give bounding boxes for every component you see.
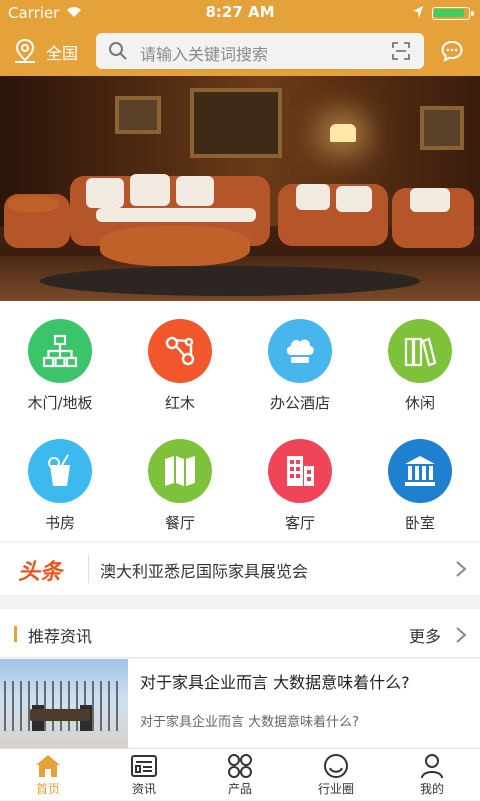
tab-label: 行业圈 [317,782,354,796]
category-label: 餐厅 [164,514,195,532]
category-mahogany[interactable]: 红木 [120,301,240,421]
location-selector[interactable]: 全国 [46,40,78,64]
search-placeholder: 请输入关键词搜索 [140,45,269,64]
hero-banner-image[interactable] [0,76,480,301]
books-icon [388,319,452,383]
bottom-tab-bar: 首页 资讯 产品 行业圈 我的 [0,748,480,800]
grid-icon [228,754,252,778]
category-study[interactable]: 书房 [0,421,120,541]
home-icon [36,755,60,777]
category-grid: 木门/地板 红木 办公酒店 休闲 书房 餐厅 客厅 卧室 [0,301,480,541]
scan-icon[interactable] [392,42,410,60]
tab-label: 产品 [227,782,252,796]
section-accent-bar [14,626,17,642]
chef-hat-icon [268,319,332,383]
category-label: 卧室 [404,514,435,532]
org-chart-icon [28,319,92,383]
bank-icon [388,439,452,503]
map-fold-icon [148,439,212,503]
tab-profile[interactable]: 我的 [384,749,480,801]
category-label: 办公酒店 [269,394,330,412]
tab-industry-circle[interactable]: 行业圈 [288,749,384,801]
search-input[interactable]: 请输入关键词搜索 [96,33,424,69]
recommended-news-header: 推荐资讯 更多 [0,609,480,658]
top-header: 全国 请输入关键词搜索 [0,26,480,76]
chevron-right-icon [456,561,467,577]
category-leisure[interactable]: 休闲 [360,301,480,421]
drink-icon [28,439,92,503]
chevron-right-icon[interactable] [455,626,467,644]
user-icon [421,754,443,779]
tab-home[interactable]: 首页 [0,749,96,801]
divider [88,555,89,583]
smile-icon [324,754,348,778]
category-living-room[interactable]: 客厅 [240,421,360,541]
news-title[interactable]: 对于家具企业而言 大数据意味着什么? [140,669,410,693]
category-label: 红木 [164,394,195,412]
headline-text[interactable]: 澳大利亚悉尼国际家具展览会 [100,558,308,582]
news-icon [131,755,157,777]
news-list-item[interactable]: 对于家具企业而言 大数据意味着什么? 对于家具企业而言 大数据意味着什么? [0,659,480,748]
clock: 8:27 AM [205,3,275,21]
headline-tag: 头条 [18,560,63,585]
tab-label: 首页 [35,782,60,796]
news-thumbnail [0,659,128,748]
more-link[interactable]: 更多 [409,623,441,647]
news-summary: 对于家具企业而言 大数据意味着什么? [140,715,360,730]
headline-banner[interactable]: 头条 澳大利亚悉尼国际家具展览会 [0,543,480,595]
category-label: 休闲 [404,394,435,412]
category-office-hotel[interactable]: 办公酒店 [240,301,360,421]
category-dining[interactable]: 餐厅 [120,421,240,541]
tab-label: 资讯 [131,782,156,796]
search-icon [109,42,127,60]
category-wood-doors[interactable]: 木门/地板 [0,301,120,421]
category-bedroom[interactable]: 卧室 [360,421,480,541]
tab-news[interactable]: 资讯 [96,749,192,801]
tab-products[interactable]: 产品 [192,749,288,801]
category-label: 客厅 [284,514,315,532]
category-label: 书房 [44,514,75,532]
buildings-icon [268,439,332,503]
status-bar: Carrier 8:27 AM [0,0,480,26]
message-icon[interactable] [440,39,464,63]
battery-icon [432,7,474,20]
category-label: 木门/地板 [27,394,93,412]
section-title: 推荐资讯 [28,627,93,646]
chain-icon [148,319,212,383]
location-pin-icon[interactable] [13,38,37,64]
location-arrow-icon [413,6,423,18]
tab-label: 我的 [419,782,444,796]
